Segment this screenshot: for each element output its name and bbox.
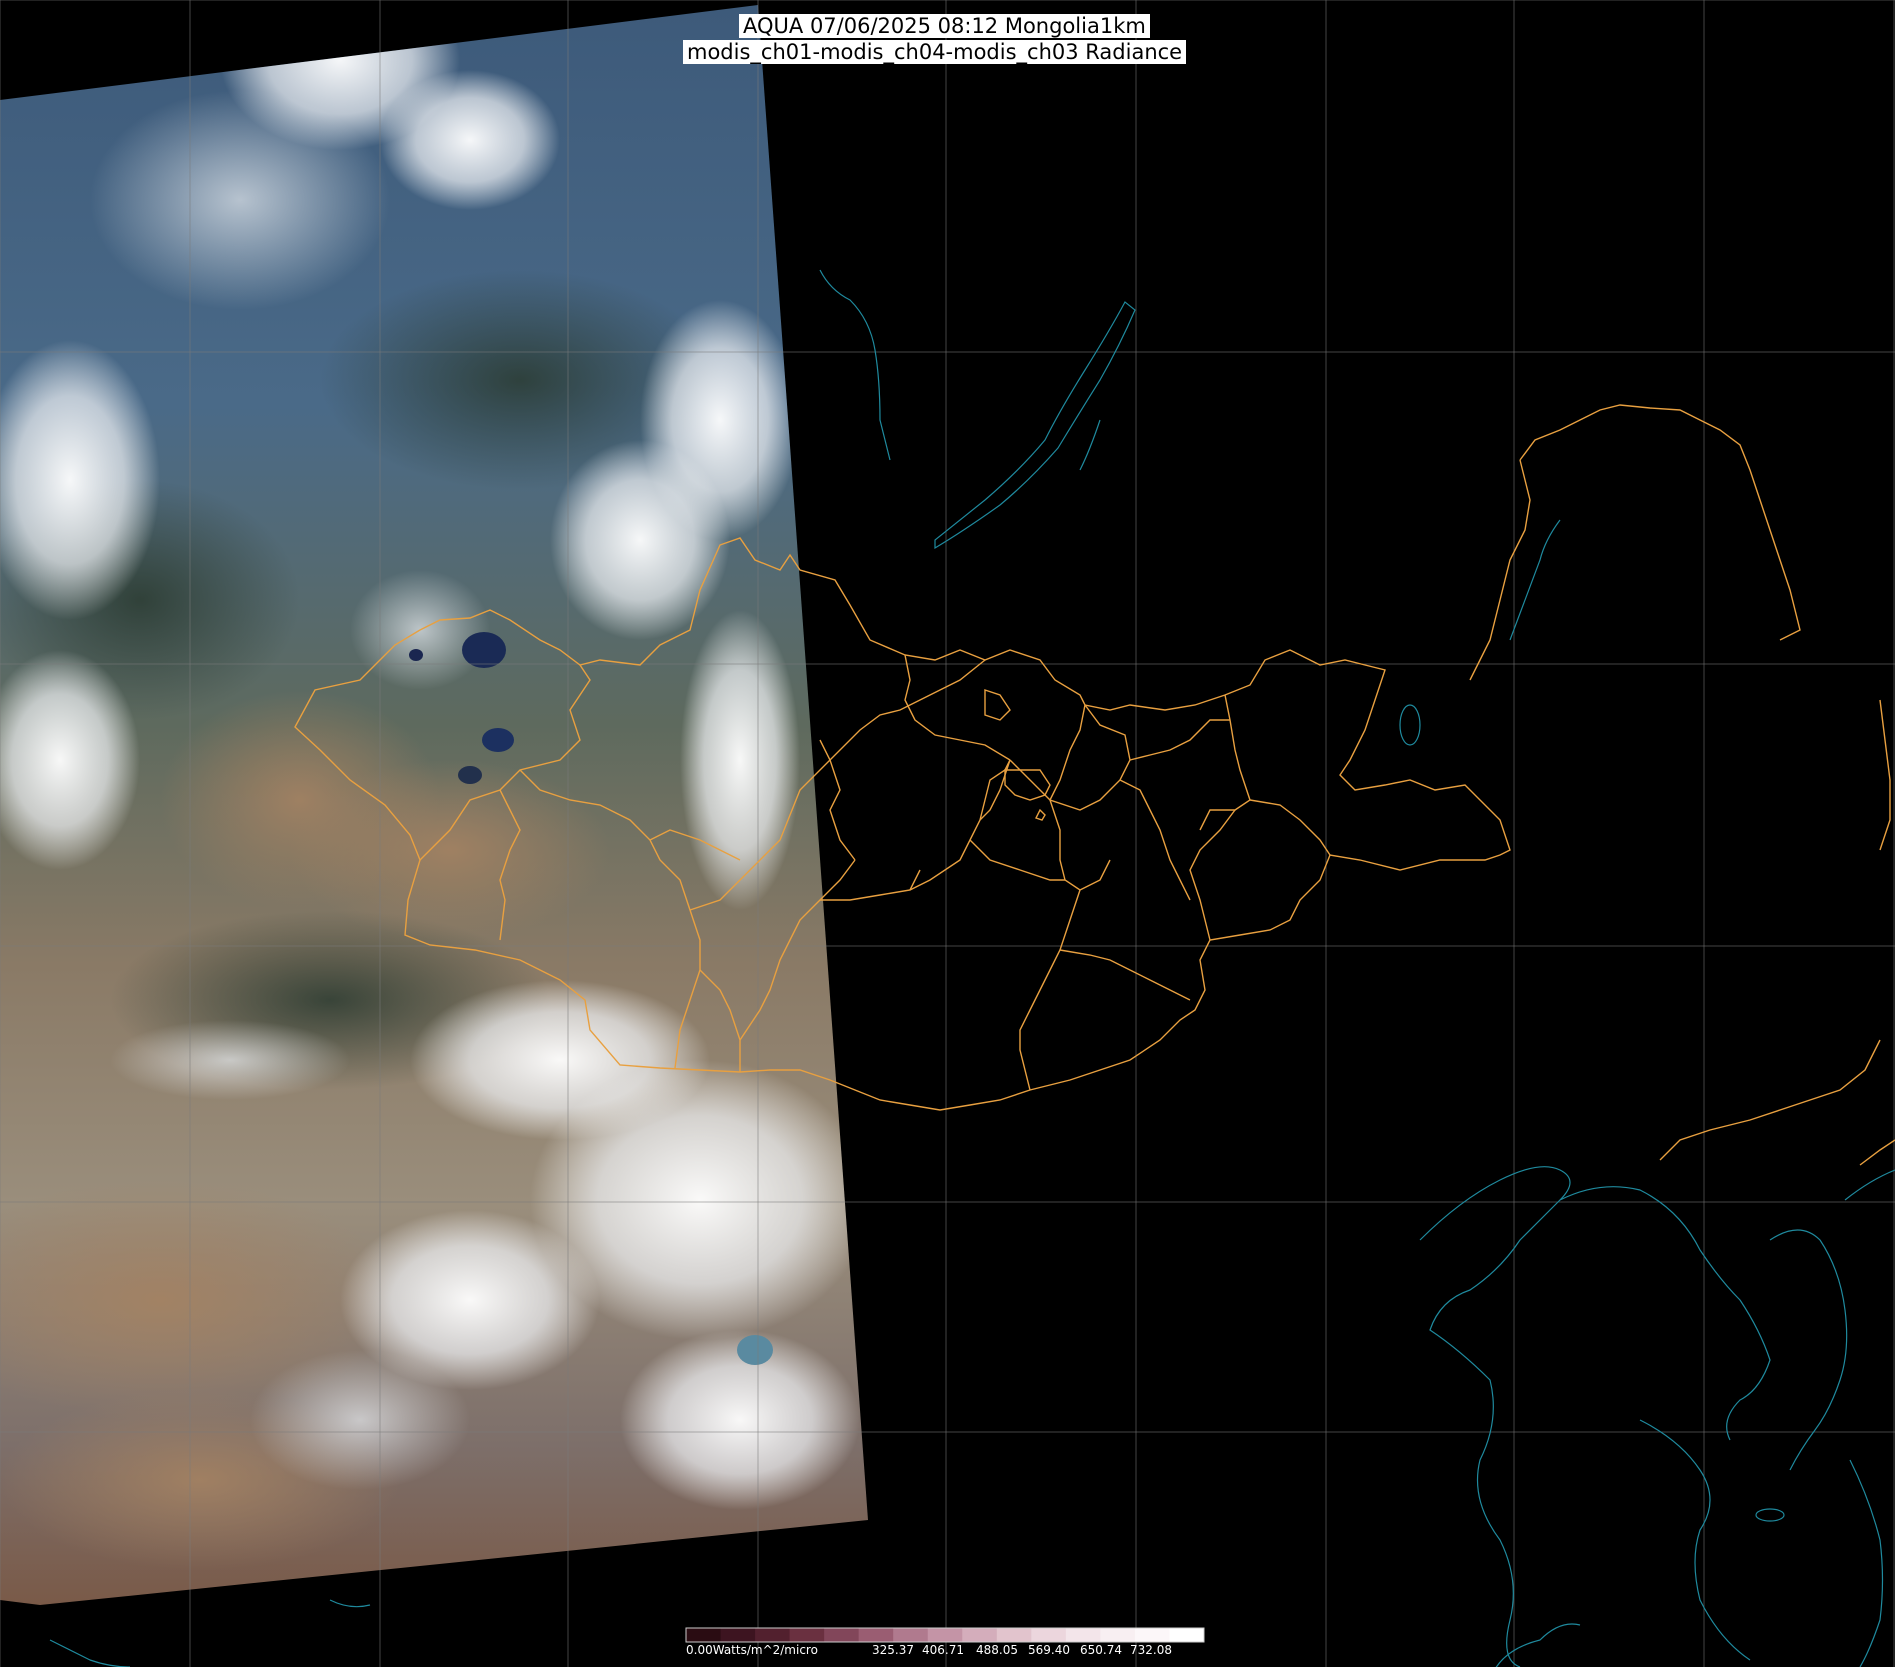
- admin-boundary-path: [1879, 699, 1891, 851]
- coastline-path: [1844, 1169, 1895, 1201]
- colorbar-segment: [720, 1628, 756, 1642]
- lake-qinghai: [737, 1335, 773, 1365]
- satellite-map[interactable]: [0, 0, 1895, 1667]
- lake-khar: [458, 766, 482, 784]
- admin-boundary-path: [1119, 779, 1191, 901]
- admin-boundary-path: [909, 759, 1011, 891]
- admin-boundary-path: [1249, 799, 1331, 856]
- map-title-line-2: modis_ch01-modis_ch04-modis_ch03 Radianc…: [683, 40, 1187, 64]
- coastline-path: [1849, 1459, 1884, 1667]
- colorbar-segment: [893, 1628, 929, 1642]
- coastline-path: [819, 269, 891, 461]
- colorbar-label: 569.40: [1028, 1643, 1070, 1657]
- admin-boundary-path: [1519, 404, 1801, 641]
- coastline-path: [1419, 1166, 1571, 1667]
- colorbar-segment: [1065, 1628, 1101, 1642]
- lake-khyargas: [462, 632, 506, 668]
- coastline-path: [329, 1599, 371, 1608]
- coastline-path: [1769, 1229, 1848, 1471]
- colorbar-labels: 0.00Watts/m^2/micro 325.37 406.71 488.05…: [686, 1643, 1206, 1659]
- admin-boundary-path: [1659, 1039, 1881, 1161]
- admin-boundary-path: [1469, 459, 1531, 681]
- coastline-path: [1495, 1623, 1581, 1667]
- colorbar-segment: [1134, 1628, 1170, 1642]
- colorbar-label: 0.00Watts/m^2/micro: [686, 1643, 818, 1657]
- colorbar-segment: [1100, 1628, 1136, 1642]
- colorbar-segment: [1031, 1628, 1067, 1642]
- lake-uvs: [409, 649, 423, 661]
- colorbar-label: 650.74: [1080, 1643, 1122, 1657]
- coastline-path: [1639, 1419, 1751, 1661]
- colorbar-segment: [1169, 1628, 1205, 1642]
- coastline-path: [1559, 1186, 1771, 1441]
- admin-boundary-path: [819, 739, 856, 861]
- colorbar-label: 325.37: [872, 1643, 914, 1657]
- satellite-image-swath: [0, 5, 868, 1605]
- colorbar-label: 732.08: [1130, 1643, 1172, 1657]
- colorbar-segment: [962, 1628, 998, 1642]
- admin-boundary-path: [984, 689, 1011, 721]
- satellite-map-viewer[interactable]: AQUA 07/06/2025 08:12 Mongolia1km modis_…: [0, 0, 1895, 1667]
- admin-boundary-path: [979, 759, 1011, 821]
- admin-boundary-path: [1129, 719, 1230, 761]
- radiance-colorbar: [685, 1627, 1205, 1643]
- admin-boundary-path: [1189, 809, 1236, 941]
- admin-boundary-path: [1035, 808, 1046, 821]
- admin-boundary-path: [1049, 704, 1086, 801]
- admin-boundary-path: [1049, 799, 1111, 891]
- coastline-path: [1079, 419, 1101, 471]
- colorbar-segment: [824, 1628, 860, 1642]
- colorbar-segment: [686, 1628, 722, 1642]
- admin-boundary-path: [969, 839, 1065, 881]
- coastline-path: [49, 1639, 131, 1667]
- colorbar-label: 488.05: [976, 1643, 1018, 1657]
- admin-boundary-path: [1009, 704, 1131, 811]
- admin-boundary-path: [1004, 769, 1051, 801]
- admin-boundary-path: [1199, 694, 1251, 831]
- coastline-path: [1509, 519, 1561, 641]
- coastline-path: [934, 301, 1136, 550]
- map-title-line-1: AQUA 07/06/2025 08:12 Mongolia1km: [739, 14, 1150, 38]
- colorbar-segment: [755, 1628, 791, 1642]
- coastline-path: [1399, 704, 1421, 746]
- admin-boundary-path: [1859, 1139, 1895, 1166]
- colorbar-label: 406.71: [922, 1643, 964, 1657]
- admin-boundary-path: [1059, 949, 1191, 1001]
- admin-boundary-path: [904, 654, 1011, 761]
- admin-boundary-path: [1019, 889, 1081, 1091]
- colorbar-segment: [996, 1628, 1032, 1642]
- colorbar-segment: [858, 1628, 894, 1642]
- lake-khar-us: [482, 728, 514, 752]
- colorbar-segment: [927, 1628, 963, 1642]
- colorbar-segment: [789, 1628, 825, 1642]
- coastline-path: [1755, 1508, 1785, 1522]
